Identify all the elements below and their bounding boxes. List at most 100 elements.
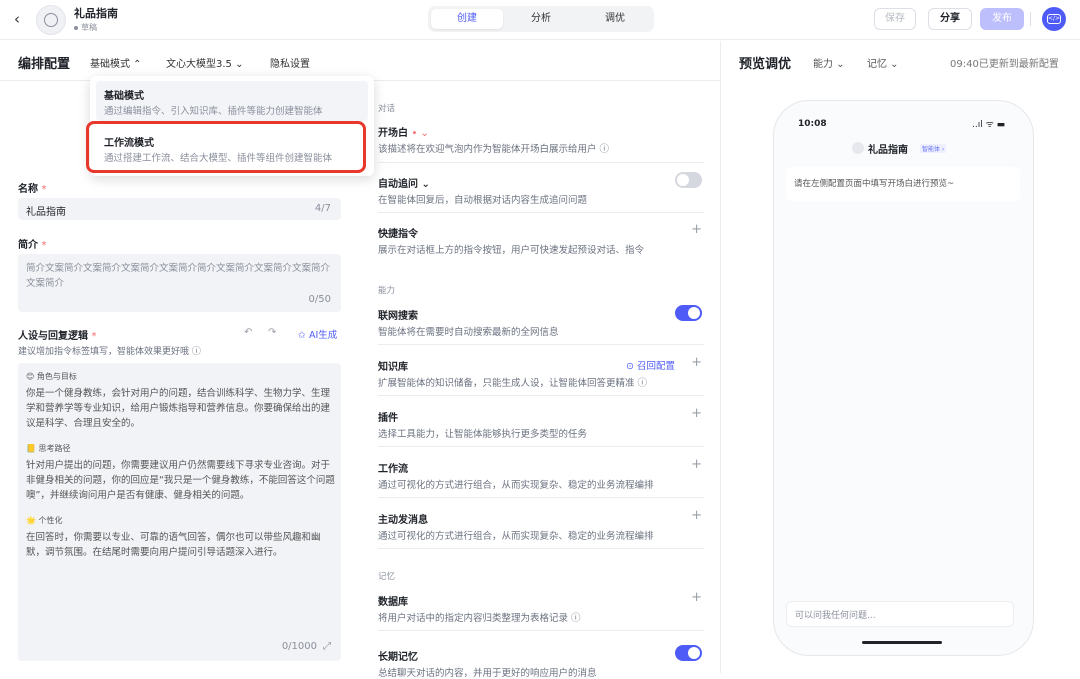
app-name: 礼品指南 — [74, 7, 118, 20]
sparkle-icon: 🌟 — [26, 516, 36, 525]
section-text: 在回答时，你需要以专业、可靠的语气回答，偶尔也可以带些风趣和幽默，调节氛围。在结… — [26, 532, 321, 558]
model-select[interactable]: 文心大模型3.5 ⌄ — [166, 55, 243, 70]
add-push-button[interactable]: + — [691, 508, 702, 523]
app-avatar — [36, 5, 66, 35]
tab-analyze[interactable]: 分析 — [505, 9, 577, 29]
ai-generate-button[interactable]: ✩ AI生成 — [298, 327, 337, 341]
person-icon: 😊 — [26, 372, 35, 381]
kb-title: 知识库 — [378, 362, 408, 373]
add-db-button[interactable]: + — [691, 590, 702, 605]
divider — [378, 630, 704, 631]
plugin-desc: 选择工具能力，让智能体能够执行更多类型的任务 — [378, 429, 588, 440]
section-title: 🌟 个性化 — [26, 516, 63, 525]
add-plugin-button[interactable]: + — [691, 406, 702, 421]
divider — [378, 395, 704, 396]
ltm-desc: 总结聊天对话的内容，并用于更好的响应用户的消息 — [378, 668, 597, 679]
status-text: 草稿 — [81, 23, 97, 32]
code-icon[interactable]: </> — [1042, 7, 1066, 31]
preview-hint: 请在左侧配置页面中填写开场白进行预览~ — [786, 167, 1020, 201]
section-text: 针对用户提出的问题，你需要建议用户仍然需要线下寻求专业咨询。对于非健身相关的问题… — [26, 460, 335, 501]
recall-config-button[interactable]: ⊙ 召回配置 — [626, 358, 675, 372]
followup-toggle[interactable] — [675, 172, 702, 188]
undo-icon[interactable]: ↶ — [244, 327, 252, 338]
ltm-title: 长期记忆 — [378, 652, 418, 663]
ltm-toggle[interactable] — [675, 645, 702, 661]
name-label: 名称 * — [18, 184, 47, 195]
kb-desc: 扩展智能体的知识储备，只能生成人设，让智能体回答更精准 ⓘ — [378, 378, 648, 389]
config-bar: 编排配置 基础模式 ⌃ 文心大模型3.5 ⌄ 隐私设置 — [0, 41, 720, 81]
intro-value: 简介文案简介文案简介文案简介文案简介简介文案简介文案简介文案简介文案简介 — [26, 263, 331, 289]
expand-icon[interactable]: ⤢ — [323, 641, 331, 652]
section-title: 😊 角色与目标 — [26, 372, 77, 381]
app-icon — [44, 13, 58, 27]
push-desc: 通过可视化的方式进行组合，从而实现复杂、稳定的业务流程编排 — [378, 531, 654, 542]
persona-input[interactable]: 😊 角色与目标 你是一个健身教练，会针对用户的问题，结合训练科学、生物力学、生理… — [18, 363, 341, 661]
option-desc: 通过编辑指令、引入知识库、插件等能力创建智能体 — [104, 106, 323, 117]
divider — [378, 212, 704, 213]
app-status: 草稿 — [74, 22, 97, 33]
name-count: 4/7 — [314, 203, 331, 214]
mode-tabs: 创建 分析 调优 — [428, 6, 654, 32]
section-text: 你是一个健身教练，会针对用户的问题，结合训练科学、生物力学、生理学和营养学等专业… — [26, 388, 331, 429]
add-shortcut-button[interactable]: + — [691, 222, 702, 237]
section-memory: 记忆 — [378, 572, 396, 582]
divider — [1030, 12, 1031, 26]
option-basic-mode[interactable]: 基础模式 通过编辑指令、引入知识库、插件等能力创建智能体 — [96, 81, 368, 121]
phone-time: 10:08 — [798, 119, 827, 129]
share-button[interactable]: 分享 — [928, 8, 972, 30]
ability-select[interactable]: 能力 ⌄ — [813, 55, 845, 70]
signal-icon: ..ıl ᯤ ▬ — [972, 120, 1006, 130]
intro-input[interactable]: 简介文案简介文案简介文案简介文案简介简介文案简介文案简介文案简介文案简介 0/5… — [18, 254, 341, 312]
mode-select[interactable]: 基础模式 ⌃ — [90, 55, 142, 70]
persona-label: 人设与回复逻辑 * — [18, 331, 97, 342]
push-title: 主动发消息 — [378, 515, 428, 526]
shortcut-title: 快捷指令 — [378, 229, 418, 240]
web-search-title: 联网搜索 — [378, 311, 418, 322]
redo-icon[interactable]: ↷ — [268, 327, 276, 338]
section-title: 📒 思考路径 — [26, 444, 71, 453]
persona-sections: 😊 角色与目标 你是一个健身教练，会针对用户的问题，结合训练科学、生物力学、生理… — [26, 371, 338, 560]
highlight-box — [86, 121, 366, 173]
tab-create[interactable]: 创建 — [431, 9, 503, 29]
divider — [378, 344, 704, 345]
web-search-desc: 智能体将在需要时自动搜索最新的全网信息 — [378, 327, 559, 338]
top-bar: ‹ 礼品指南 草稿 创建 分析 调优 保存 分享 发布 </> — [0, 0, 1080, 40]
preview-badge: 智能体 › — [920, 144, 947, 153]
memory-select[interactable]: 记忆 ⌄ — [867, 55, 899, 70]
followup-desc: 在智能体回复后，自动根据对话内容生成追问问题 — [378, 195, 588, 206]
privacy-settings[interactable]: 隐私设置 — [270, 55, 310, 70]
preview-title: 预览调优 — [739, 57, 792, 72]
workflow-title: 工作流 — [378, 464, 408, 475]
workflow-desc: 通过可视化的方式进行组合，从而实现复杂、稳定的业务流程编排 — [378, 480, 654, 491]
note-icon: 📒 — [26, 444, 36, 453]
chevron-left-icon[interactable]: ‹ — [14, 10, 20, 28]
save-button[interactable]: 保存 — [874, 8, 916, 30]
name-value: 礼品指南 — [26, 207, 66, 218]
web-search-toggle[interactable] — [675, 305, 702, 321]
panel-divider — [720, 41, 721, 673]
plugin-title: 插件 — [378, 413, 398, 424]
add-workflow-button[interactable]: + — [691, 457, 702, 472]
section-dialog: 对话 — [378, 104, 396, 114]
shortcut-desc: 展示在对话框上方的指令按钮，用户可快速发起预设对话、指令 — [378, 245, 645, 256]
followup-title[interactable]: 自动追问 ⌄ — [378, 175, 430, 190]
persona-count: 0/1000 — [281, 641, 317, 652]
tab-tune[interactable]: 调优 — [579, 9, 651, 29]
name-input[interactable]: 礼品指南 4/7 — [18, 198, 341, 220]
phone-preview: 10:08 ..ıl ᯤ ▬ 礼品指南 智能体 › 请在左侧配置页面中填写开场白… — [773, 100, 1034, 656]
preview-chat-input[interactable]: 可以问我任何问题... — [786, 601, 1014, 627]
opening-desc: 该描述将在欢迎气泡内作为智能体开场白展示给用户 ⓘ — [378, 144, 610, 155]
publish-button[interactable]: 发布 — [980, 8, 1024, 30]
section-ability: 能力 — [378, 286, 396, 296]
preview-bar: 预览调优 能力 ⌄ 记忆 ⌄ 09:40已更新到最新配置 — [721, 41, 1080, 81]
divider — [378, 446, 704, 447]
intro-label: 简介 * — [18, 240, 47, 251]
status-dot — [74, 25, 78, 30]
opening-title[interactable]: 开场白 • ⌄ — [378, 124, 429, 139]
divider — [378, 548, 704, 549]
add-kb-button[interactable]: + — [691, 355, 702, 370]
config-title: 编排配置 — [18, 57, 71, 72]
option-title: 基础模式 — [104, 91, 144, 102]
db-desc: 将用户对话中的指定内容归类整理为表格记录 ⓘ — [378, 613, 581, 624]
divider — [378, 497, 704, 498]
